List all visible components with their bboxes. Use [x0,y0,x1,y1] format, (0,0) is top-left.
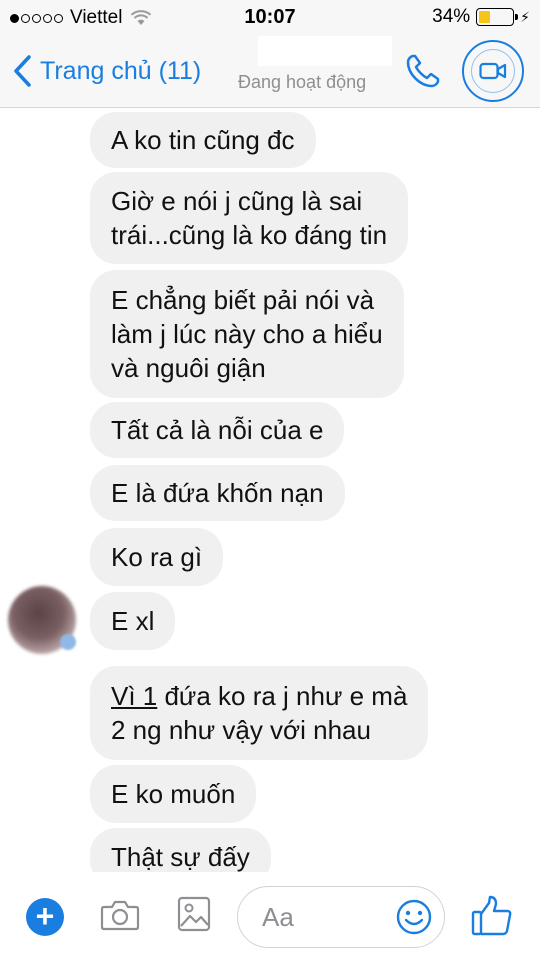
message-input[interactable] [262,901,392,933]
back-button[interactable]: Trang chủ (11) [12,54,201,88]
message-text: E xl [111,606,155,636]
message-bubble[interactable]: Ko ra gì [90,528,224,586]
message-text-rest: đứa ko ra j như e mà [157,681,408,711]
message-text: trái...cũng là ko đáng tin [111,220,388,250]
video-call-button[interactable] [462,40,524,102]
gallery-button[interactable] [177,896,211,937]
conversation-header: Trang chủ (11) Đang hoạt động [0,36,540,108]
message-text: Giờ e nói j cũng là sai [111,186,363,216]
message-text: Vì 1 đứa ko ra j như e mà [111,679,407,713]
contact-name-redacted [258,36,392,66]
contact-info[interactable]: Đang hoạt động [238,36,392,108]
messenger-badge-icon [60,634,76,650]
phone-icon [406,54,440,88]
composer-bar: + [0,872,540,960]
message-text: Tất cả là nỗi của e [111,415,324,445]
underlined-text: Vì 1 [111,681,158,711]
message-text: làm j lúc này cho a hiểu [111,319,383,349]
message-input-box[interactable] [237,886,445,948]
message-text: và nguôi giận [111,353,266,383]
message-bubble[interactable]: E chẳng biết pải nói và làm j lúc này cho… [90,270,404,398]
message-text: Thật sự đấy [111,842,250,872]
status-bar: Viettel 10:07 34% ⚡ [0,0,540,36]
message-text: E là đứa khốn nạn [111,478,324,508]
like-button[interactable] [470,894,514,943]
message-text: A ko tin cũng đc [111,125,295,155]
message-bubble[interactable]: E là đứa khốn nạn [90,465,345,521]
message-text: E ko muốn [111,779,236,809]
more-options-button[interactable]: + [26,898,64,936]
plus-icon: + [35,898,55,934]
charging-bolt-icon: ⚡ [520,8,530,25]
call-button[interactable] [404,52,442,95]
message-bubble[interactable]: Tất cả là nỗi của e [90,402,345,458]
thumbs-up-icon [471,895,512,936]
message-bubble[interactable]: E ko muốn [90,765,257,823]
back-label: Trang chủ (11) [40,56,202,85]
chevron-left-icon [14,55,31,87]
message-bubble[interactable]: Vì 1 đứa ko ra j như e mà 2 ng như vậy vớ… [90,666,429,760]
video-camera-icon [479,62,507,80]
contact-status: Đang hoạt động [238,72,367,92]
message-text: E chẳng biết pải nói và [111,285,375,315]
message-bubble[interactable]: A ko tin cũng đc [90,112,316,168]
message-bubble[interactable]: Giờ e nói j cũng là sai trái...cũng là ko… [90,172,409,264]
camera-button[interactable] [100,898,140,937]
battery-percentage: 34% [432,6,471,27]
message-bubble[interactable]: E xl [90,592,176,650]
message-text: Ko ra gì [111,542,203,572]
camera-icon [100,900,140,931]
message-text: 2 ng như vậy với nhau [111,715,371,745]
battery-icon [476,8,519,26]
smiley-icon[interactable] [396,899,432,935]
battery-group: 34% ⚡ [432,6,530,28]
image-icon [177,896,211,932]
